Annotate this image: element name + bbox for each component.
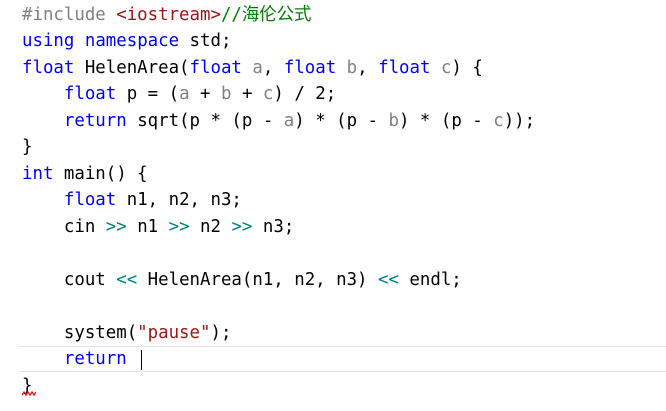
code-token: b: [388, 110, 399, 131]
error-squiggle: [22, 391, 36, 397]
code-line-9[interactable]: cin >> n1 >> n2 >> n3;: [22, 214, 662, 241]
text-cursor: [141, 350, 142, 370]
code-token: int: [22, 163, 54, 184]
code-token: +: [231, 84, 263, 104]
code-token: >>: [231, 216, 253, 237]
code-token: a: [179, 84, 190, 104]
code-token: "pause": [137, 322, 211, 343]
code-token: return: [63, 349, 127, 369]
code-line-14[interactable]: return: [22, 346, 662, 373]
code-line-7[interactable]: int main() {: [22, 161, 662, 188]
code-line-6[interactable]: }: [22, 134, 662, 161]
code-line-3[interactable]: float HelenArea(float a, float b, float …: [22, 55, 662, 82]
code-token: ) * (p -: [294, 110, 389, 131]
code-token: n2: [189, 216, 232, 237]
code-token: a: [252, 57, 263, 78]
code-line-2[interactable]: using namespace std;: [22, 28, 662, 55]
code-token: c: [262, 84, 274, 104]
code-token: float: [63, 190, 117, 210]
code-token: <<: [116, 269, 138, 290]
code-token: using: [22, 31, 75, 51]
code-token: cin: [22, 216, 106, 237]
code-token: std;: [179, 31, 232, 51]
code-token: ));: [503, 110, 536, 131]
code-token: float: [378, 57, 431, 78]
code-token: float: [63, 84, 117, 104]
code-line-10[interactable]: [22, 240, 662, 267]
code-token: n1: [126, 216, 169, 237]
code-token: return: [63, 110, 127, 131]
code-token: ,: [357, 57, 379, 78]
code-token: #include: [22, 4, 117, 25]
code-token: n3;: [252, 216, 295, 237]
code-line-8[interactable]: float n1, n2, n3;: [22, 187, 662, 214]
code-token: ) * (p -: [398, 110, 494, 131]
code-token: HelenArea(: [74, 57, 190, 78]
code-token: float: [189, 57, 242, 78]
code-line-5[interactable]: return sqrt(p * (p - a) * (p - b) * (p -…: [22, 108, 662, 135]
code-line-1[interactable]: #include <iostream>//海伦公式: [22, 2, 662, 29]
code-token: }: [22, 137, 33, 157]
code-token: cout: [22, 269, 117, 290]
code-token: >>: [105, 216, 127, 237]
code-token: c: [493, 110, 504, 131]
code-token: c: [440, 57, 452, 78]
code-token: //海伦公式: [220, 4, 312, 25]
code-token: HelenArea(n1, n2, n3): [137, 269, 378, 290]
code-token: ) {: [451, 57, 483, 78]
code-token: endl;: [398, 269, 462, 290]
code-editor[interactable]: #include <iostream>//海伦公式 using namespace…: [0, 0, 666, 411]
code-line-13[interactable]: system("pause");: [22, 320, 662, 347]
code-token: <<: [378, 269, 399, 290]
code-token: float: [283, 57, 337, 78]
code-token: float: [22, 57, 75, 78]
code-token: main() {: [53, 163, 148, 184]
code-token: b: [346, 57, 358, 78]
code-token: +: [189, 84, 221, 104]
code-line-15[interactable]: }: [22, 373, 662, 400]
code-token: <iostream>: [116, 4, 221, 25]
code-token: p = (: [116, 84, 180, 104]
code-token: );: [210, 322, 232, 343]
code-token: a: [283, 110, 295, 131]
code-token: system(: [22, 322, 138, 343]
code-token: b: [220, 84, 232, 104]
code-line-11[interactable]: cout << HelenArea(n1, n2, n3) << endl;: [22, 267, 662, 294]
code-line-4[interactable]: float p = (a + b + c) / 2;: [22, 81, 662, 108]
code-token: >>: [168, 216, 190, 237]
code-line-12[interactable]: [22, 293, 662, 320]
code-token: namespace: [84, 31, 180, 51]
code-token: ) / 2;: [273, 84, 337, 104]
code-token: ,: [262, 57, 284, 78]
code-token: sqrt(p * (p -: [126, 110, 284, 131]
code-token: n1, n2, n3;: [116, 190, 242, 210]
